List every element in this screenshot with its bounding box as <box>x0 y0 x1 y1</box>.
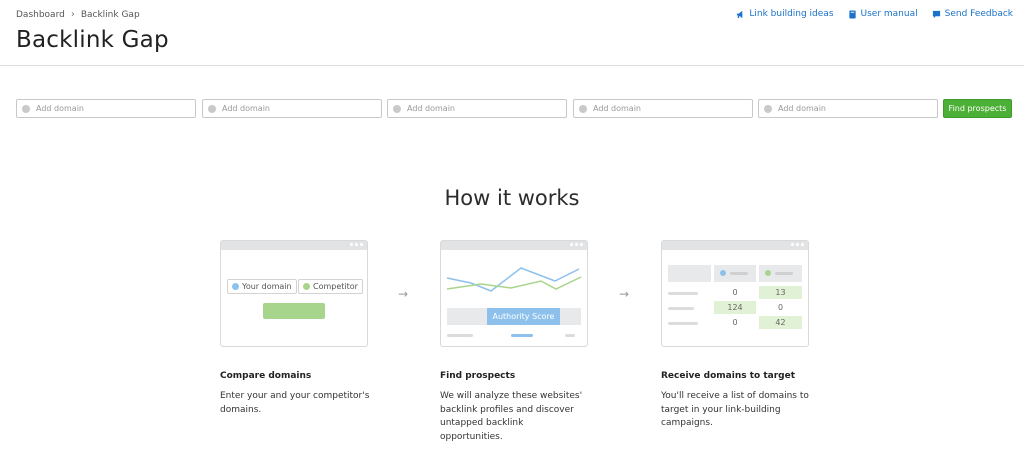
breadcrumb-chevron-icon: › <box>70 9 75 20</box>
competitor-label: Competitor <box>313 282 358 291</box>
arrow-right-icon: → <box>619 287 630 301</box>
table-row-label <box>668 322 698 325</box>
domain-field-3[interactable] <box>387 99 567 118</box>
domain-input-4[interactable] <box>593 104 743 113</box>
breadcrumb: Dashboard › Backlink Gap <box>16 9 140 20</box>
user-manual-label: User manual <box>860 9 918 19</box>
table-header-cell <box>668 265 711 282</box>
window-dots-icon <box>791 243 804 246</box>
book-icon <box>848 9 856 19</box>
table-cell: 0 <box>732 288 738 297</box>
table-row-label <box>668 307 694 310</box>
window-titlebar <box>221 241 367 250</box>
link-building-ideas-link[interactable]: Link building ideas <box>736 9 834 19</box>
domain-field-2[interactable] <box>202 99 382 118</box>
step-description-find: We will analyze these websites' backlink… <box>440 391 583 442</box>
domain-color-dot-icon <box>393 104 401 113</box>
your-domain-label: Your domain <box>242 282 292 291</box>
table-header-cell <box>714 265 756 282</box>
step-description-receive: You'll receive a list of domains to targ… <box>661 391 809 428</box>
domain-color-dot-icon <box>22 104 30 113</box>
competitor-pill: Competitor <box>298 279 363 294</box>
compare-button-illustration <box>263 303 325 319</box>
placeholder-bar-active <box>511 334 533 337</box>
speech-bubble-icon <box>932 10 940 18</box>
authority-score-label: Authority Score <box>487 308 560 325</box>
window-dots-icon <box>570 243 583 246</box>
send-feedback-link[interactable]: Send Feedback <box>932 9 1013 19</box>
domain-color-dot-icon <box>579 104 587 113</box>
step-title-find: Find prospects <box>440 371 516 381</box>
domain-input-3[interactable] <box>407 104 557 113</box>
compare-domains-illustration: Your domain Competitor <box>220 240 368 347</box>
user-manual-link[interactable]: User manual <box>848 9 918 19</box>
table-cell: 0 <box>732 318 738 327</box>
domain-field-1[interactable] <box>16 99 196 118</box>
arrow-right-icon: → <box>398 287 409 301</box>
placeholder-bar <box>775 272 793 275</box>
domain-color-dot-icon <box>208 104 216 113</box>
table-cell: 0 <box>777 303 784 312</box>
receive-domains-illustration: 0 13 124 0 0 42 <box>661 240 809 347</box>
page-title: Backlink Gap <box>16 27 169 53</box>
step-title-receive: Receive domains to target <box>661 371 796 381</box>
domain-field-4[interactable] <box>573 99 753 118</box>
find-prospects-button[interactable]: Find prospects <box>943 99 1012 118</box>
trend-lines-graphic <box>446 267 582 292</box>
table-row-label <box>668 292 698 295</box>
domain-input-row: Find prospects <box>16 99 1012 118</box>
megaphone-icon <box>737 10 743 18</box>
step-description-compare: Enter your and your competitor's domains… <box>220 391 370 415</box>
table-header-cell <box>759 265 802 282</box>
domain-input-5[interactable] <box>778 104 928 113</box>
find-prospects-illustration: Authority Score <box>440 240 588 347</box>
table-cell: 13 <box>759 286 802 299</box>
placeholder-bar <box>447 334 473 337</box>
window-dots-icon <box>350 243 363 246</box>
green-dot-icon <box>303 283 310 290</box>
breadcrumb-dashboard[interactable]: Dashboard <box>16 10 65 20</box>
table-cell: 124 <box>714 301 756 314</box>
blue-dot-icon <box>232 283 239 290</box>
window-titlebar <box>441 241 587 250</box>
green-dot-icon <box>765 270 771 276</box>
domain-input-1[interactable] <box>36 104 186 113</box>
breadcrumb-current: Backlink Gap <box>80 9 140 20</box>
step-title-compare: Compare domains <box>220 371 312 381</box>
window-titlebar <box>662 241 808 250</box>
send-feedback-label: Send Feedback <box>944 9 1013 19</box>
your-domain-pill: Your domain <box>227 279 297 294</box>
domain-color-dot-icon <box>764 104 772 113</box>
placeholder-bar <box>730 272 748 275</box>
top-links: Link building ideas User manual Send Fee… <box>736 9 1013 19</box>
how-it-works-title: How it works <box>444 186 580 210</box>
placeholder-bar <box>565 334 575 337</box>
blue-dot-icon <box>720 270 726 276</box>
page-header: Dashboard › Backlink Gap Backlink Gap Li… <box>0 0 1024 66</box>
domain-input-2[interactable] <box>222 104 372 113</box>
table-cell: 42 <box>759 316 802 329</box>
domain-field-5[interactable] <box>758 99 938 118</box>
link-building-ideas-label: Link building ideas <box>749 9 834 19</box>
